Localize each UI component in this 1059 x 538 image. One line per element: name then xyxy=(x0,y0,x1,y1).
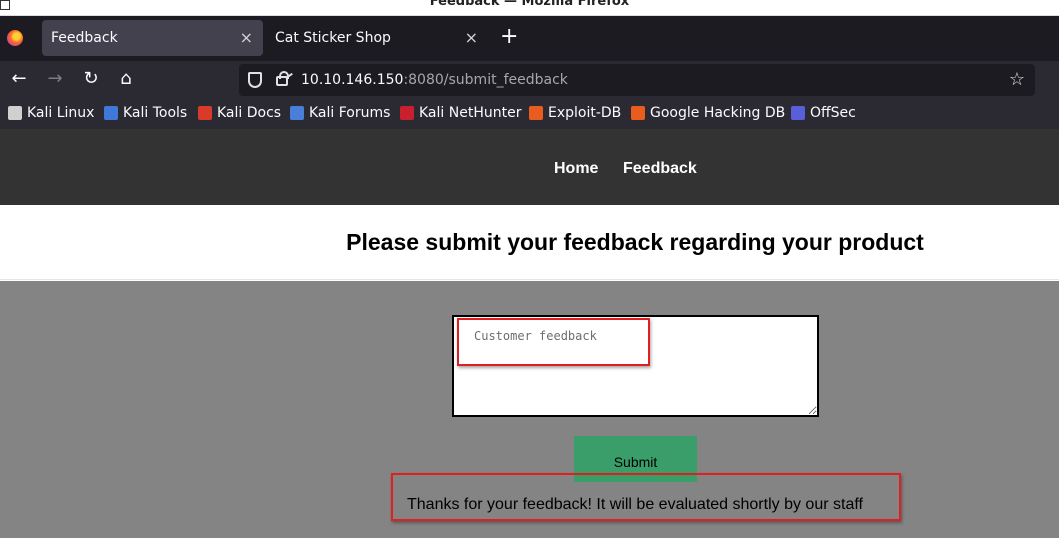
tab-label: Cat Sticker Shop xyxy=(275,30,391,46)
tab-cat-sticker-shop[interactable]: Cat Sticker Shop × xyxy=(266,20,488,56)
offsec-icon xyxy=(791,106,805,120)
back-icon[interactable]: ← xyxy=(8,69,30,89)
nav-link-home[interactable]: Home xyxy=(554,160,598,178)
home-icon[interactable]: ⌂ xyxy=(115,69,137,89)
bookmark-google-hacking-db[interactable]: Google Hacking DB xyxy=(631,105,785,121)
bookmark-label: Kali NetHunter xyxy=(419,105,522,121)
bookmark-kali-forums[interactable]: Kali Forums xyxy=(290,105,390,121)
bookmark-label: Kali Forums xyxy=(309,105,391,121)
exploit-db-icon xyxy=(529,106,543,120)
ghdb-icon xyxy=(631,106,645,120)
forward-icon[interactable]: → xyxy=(44,69,66,89)
bookmark-kali-nethunter[interactable]: Kali NetHunter xyxy=(400,105,521,121)
url-text[interactable]: 10.10.146.150:8080/submit_feedback xyxy=(301,72,568,88)
tab-close-icon[interactable]: × xyxy=(465,28,478,47)
kali-docs-icon xyxy=(198,106,212,120)
confirmation-message: Thanks for your feedback! It will be eva… xyxy=(407,496,863,513)
navigation-toolbar: ← → ↻ ⌂ 10.10.146.150:8080/submit_feedba… xyxy=(0,61,1059,99)
new-tab-icon[interactable]: + xyxy=(500,24,518,49)
bookmark-kali-docs[interactable]: Kali Docs xyxy=(198,105,281,121)
kali-forums-icon xyxy=(290,106,304,120)
bookmark-kali-tools[interactable]: Kali Tools xyxy=(104,105,187,121)
kali-tools-icon xyxy=(104,106,118,120)
bookmark-label: OffSec xyxy=(810,105,856,121)
window-titlebar: Feedback — Mozilla Firefox xyxy=(0,0,1059,16)
heading-section: Please submit your feedback regarding yo… xyxy=(0,205,1059,280)
url-path: :8080/submit_feedback xyxy=(403,72,568,88)
bookmark-label: Kali Linux xyxy=(27,105,95,121)
insecure-lock-icon[interactable] xyxy=(276,71,289,86)
submit-button[interactable]: Submit xyxy=(574,436,697,482)
nav-link-feedback[interactable]: Feedback xyxy=(623,160,697,178)
bookmark-label: Google Hacking DB xyxy=(650,105,786,121)
bookmark-label: Kali Docs xyxy=(217,105,282,121)
site-header: Home Feedback xyxy=(0,129,1059,205)
bookmark-label: Exploit-DB xyxy=(548,105,622,121)
feedback-form: Submit Thanks for your feedback! It will… xyxy=(0,281,1059,538)
kali-dragon-icon xyxy=(8,106,22,120)
bookmark-kali-linux[interactable]: Kali Linux xyxy=(8,105,94,121)
tab-label: Feedback xyxy=(51,30,118,46)
bookmark-exploit-db[interactable]: Exploit-DB xyxy=(529,105,621,121)
reload-icon[interactable]: ↻ xyxy=(80,69,102,89)
nethunter-icon xyxy=(400,106,414,120)
bookmark-label: Kali Tools xyxy=(123,105,188,121)
window-title: Feedback — Mozilla Firefox xyxy=(429,0,630,9)
address-bar[interactable]: 10.10.146.150:8080/submit_feedback ☆ xyxy=(239,64,1035,96)
feedback-textarea[interactable] xyxy=(452,315,819,417)
url-host: 10.10.146.150 xyxy=(301,72,404,88)
tab-feedback[interactable]: Feedback × xyxy=(42,20,263,56)
tab-strip: Feedback × Cat Sticker Shop × + xyxy=(0,16,1059,61)
firefox-logo-icon xyxy=(7,30,23,46)
bookmarks-toolbar: Kali Linux Kali Tools Kali Docs Kali For… xyxy=(0,99,1059,129)
bookmark-offsec[interactable]: OffSec xyxy=(791,105,856,121)
tracking-protection-shield-icon[interactable] xyxy=(248,72,262,88)
page-title: Please submit your feedback regarding yo… xyxy=(346,229,924,255)
tab-close-icon[interactable]: × xyxy=(240,28,253,47)
bookmark-star-icon[interactable]: ☆ xyxy=(1009,69,1025,90)
